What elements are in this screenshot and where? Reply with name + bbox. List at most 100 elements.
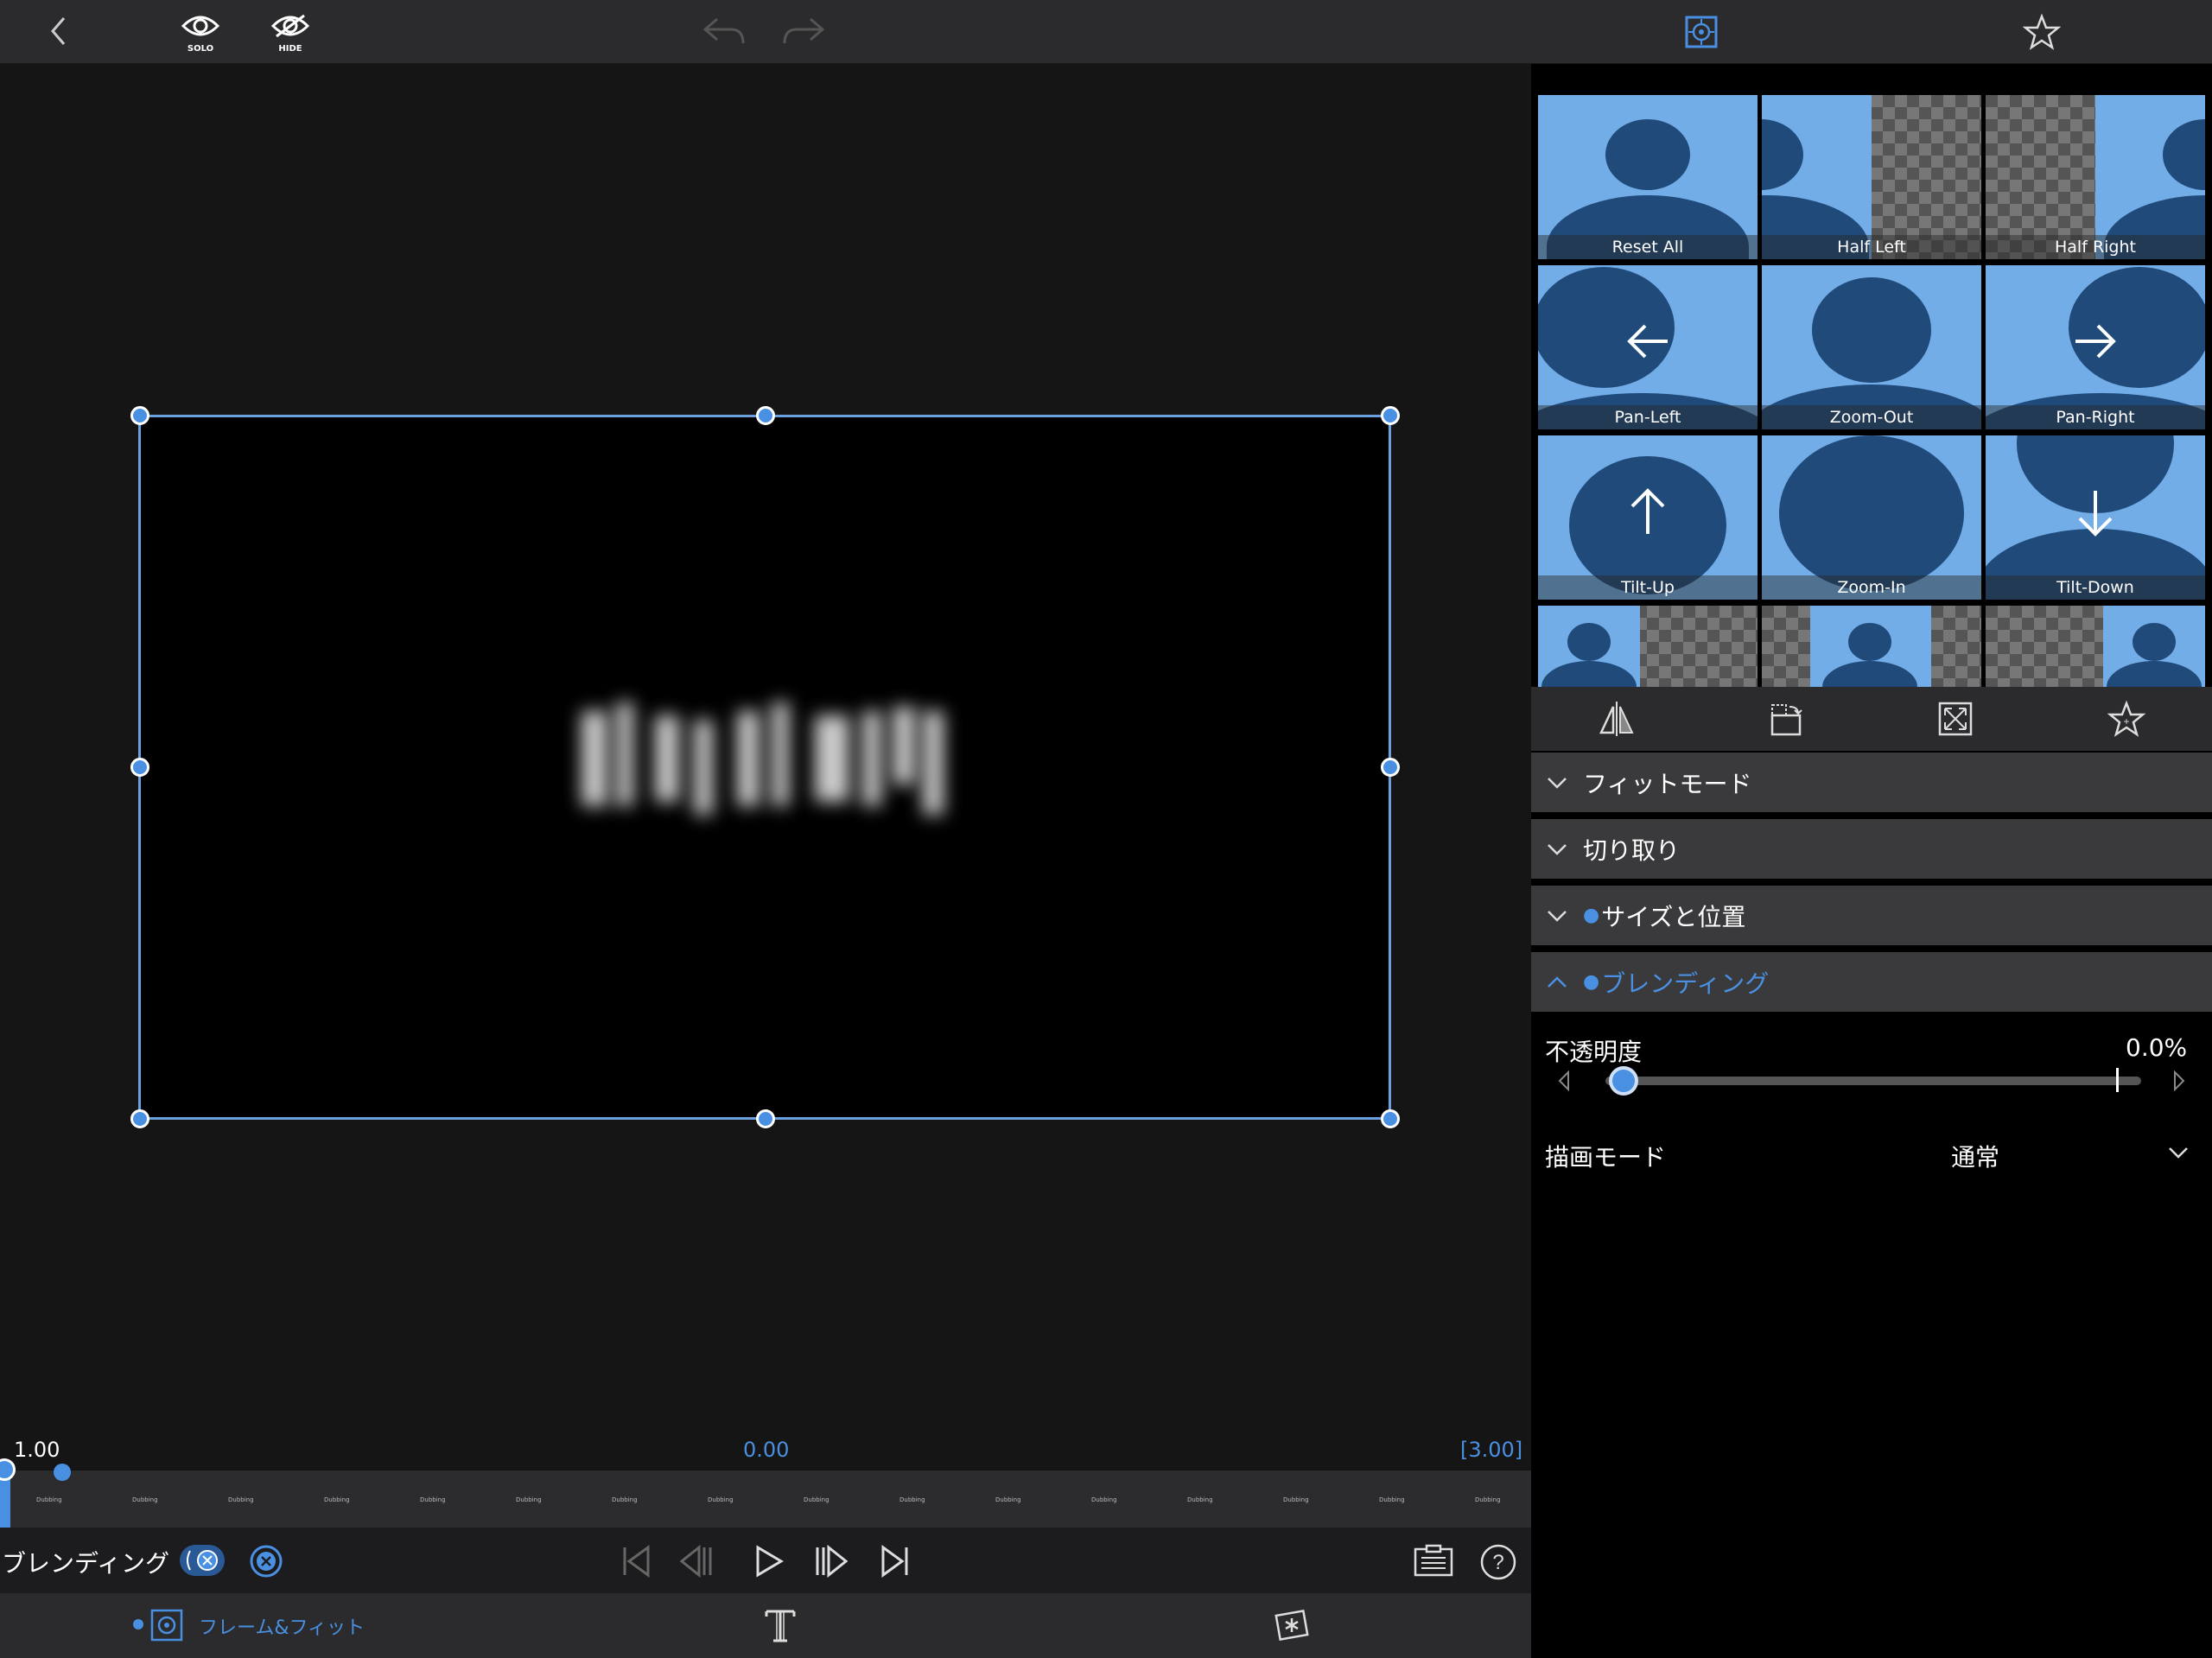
section-fit-mode[interactable]: フィットモード xyxy=(1531,753,2212,816)
solo-label: SOLO xyxy=(187,44,214,54)
resize-handle-top[interactable] xyxy=(756,406,775,425)
chevron-down-icon xyxy=(1531,884,1583,947)
preset-quarter-left[interactable] xyxy=(1538,606,1758,687)
slider-default-marker xyxy=(2116,1068,2119,1092)
resize-handle-top-left[interactable] xyxy=(130,406,149,425)
clipboard-icon[interactable] xyxy=(1412,1543,1455,1579)
preset-pan-left[interactable]: Pan-Left xyxy=(1538,265,1758,429)
preset-half-left[interactable]: Half Left xyxy=(1762,95,1981,259)
favorites-star-icon[interactable] xyxy=(2022,12,2062,52)
hide-button[interactable]: HIDE xyxy=(266,10,315,54)
section-blending[interactable]: ● ブレンディング xyxy=(1531,952,2212,1015)
modified-dot: ● xyxy=(1583,905,1600,926)
frame-fit-target-icon[interactable] xyxy=(1683,14,1719,50)
keyframe-label: Dubbing xyxy=(995,1496,1021,1503)
timeline-value-center: 0.00 xyxy=(743,1438,790,1462)
preset-label: Pan-Right xyxy=(1986,405,2205,429)
frame-selection-box[interactable] xyxy=(138,415,1391,1120)
resize-handle-bottom-right[interactable] xyxy=(1381,1109,1400,1128)
favorite-preset-star-icon[interactable]: + xyxy=(2107,699,2146,739)
redo-icon[interactable] xyxy=(779,12,828,50)
section-label: ブレンディング xyxy=(1601,969,1770,998)
frame-fit-tab-label[interactable]: フレーム&フィット xyxy=(199,1612,365,1640)
resize-handle-bottom[interactable] xyxy=(756,1109,775,1128)
resize-handle-right[interactable] xyxy=(1381,758,1400,777)
resize-handle-top-right[interactable] xyxy=(1381,406,1400,425)
rotate-icon[interactable] xyxy=(1766,699,1806,739)
keyframe-label: Dubbing xyxy=(420,1496,446,1503)
preset-label: Tilt-Down xyxy=(1986,575,2205,600)
hide-label: HIDE xyxy=(278,44,302,54)
preset-label: Pan-Left xyxy=(1538,405,1758,429)
skip-to-end-icon[interactable] xyxy=(878,1543,912,1579)
draw-mode-label: 描画モード xyxy=(1545,1143,1667,1172)
fit-to-frame-icon[interactable] xyxy=(1936,699,1975,739)
preset-pan-right[interactable]: Pan-Right xyxy=(1986,265,2205,429)
top-toolbar: SOLO HIDE xyxy=(0,0,2212,64)
clear-keyframes-icon[interactable] xyxy=(249,1544,283,1579)
chevron-down-icon xyxy=(1531,817,1583,880)
keyframe-marker[interactable] xyxy=(54,1464,71,1481)
hide-eye-icon xyxy=(271,14,309,38)
modified-dot: ● xyxy=(1583,971,1600,993)
previous-keyframe-icon[interactable] xyxy=(679,1543,715,1579)
preset-reset-all[interactable]: Reset All xyxy=(1538,95,1758,259)
undo-icon[interactable] xyxy=(700,12,748,50)
frame-fit-tab-icon[interactable] xyxy=(149,1607,185,1643)
keyframe-label: Dubbing xyxy=(1475,1496,1501,1503)
timeline-value-right: [3.00] xyxy=(1460,1438,1523,1462)
preset-grid: Reset All Half Left Half Right Pan-Left … xyxy=(1531,95,2212,687)
back-icon[interactable] xyxy=(43,12,74,50)
timeline-value-left: 1.00 xyxy=(14,1438,60,1462)
preset-zoom-in[interactable]: Zoom-In xyxy=(1762,435,1981,600)
section-size-position[interactable]: ● サイズと位置 xyxy=(1531,886,2212,949)
preset-quarter-right[interactable] xyxy=(1986,606,2205,687)
chevron-up-icon xyxy=(1531,950,1583,1013)
keyframe-toggle-icon[interactable] xyxy=(180,1545,225,1576)
flip-icon[interactable] xyxy=(1597,699,1637,739)
arrow-up-icon xyxy=(1630,488,1665,534)
solo-button[interactable]: SOLO xyxy=(176,10,225,54)
active-indicator-dot xyxy=(133,1619,143,1629)
effect-label: ブレンディング xyxy=(2,1549,170,1578)
solo-eye-icon xyxy=(181,16,219,36)
transform-toolbar: + xyxy=(1531,687,2212,751)
arrow-right-icon xyxy=(2075,324,2116,359)
preset-label: Half Right xyxy=(1986,235,2205,259)
draw-mode-select[interactable]: 通常 xyxy=(1951,1139,1999,1173)
chevron-down-icon[interactable] xyxy=(2165,1142,2191,1163)
svg-text:?: ? xyxy=(1492,1551,1503,1574)
preset-half-right[interactable]: Half Right xyxy=(1986,95,2205,259)
preset-quarter-center[interactable] xyxy=(1762,606,1981,687)
keyframe-label: Dubbing xyxy=(324,1496,350,1503)
app-window: SOLO HIDE 1.00 0.00 [3.00] Dubbing Dubbi… xyxy=(0,0,2212,1658)
increase-arrow-icon[interactable] xyxy=(2169,1068,2190,1094)
decrease-arrow-icon[interactable] xyxy=(1554,1068,1574,1094)
opacity-slider-thumb[interactable] xyxy=(1609,1066,1638,1096)
play-icon[interactable] xyxy=(752,1543,786,1579)
preset-tilt-up[interactable]: Tilt-Up xyxy=(1538,435,1758,600)
keyframe-label: Dubbing xyxy=(612,1496,638,1503)
keyframe-label: Dubbing xyxy=(899,1496,925,1503)
preset-zoom-out[interactable]: Zoom-Out xyxy=(1762,265,1981,429)
resize-handle-bottom-left[interactable] xyxy=(130,1109,149,1128)
arrow-down-icon xyxy=(2078,491,2113,537)
preset-tilt-down[interactable]: Tilt-Down xyxy=(1986,435,2205,600)
section-crop[interactable]: 切り取り xyxy=(1531,819,2212,882)
resize-handle-left[interactable] xyxy=(130,758,149,777)
keyframe-timeline[interactable]: Dubbing Dubbing Dubbing Dubbing Dubbing Dubbi… xyxy=(0,1458,1531,1528)
effects-tab-icon[interactable] xyxy=(1272,1605,1312,1645)
arrow-left-icon xyxy=(1627,324,1668,359)
text-tab-icon[interactable] xyxy=(760,1605,800,1645)
opacity-value: 0.0% xyxy=(2126,1033,2188,1062)
preset-label: Zoom-Out xyxy=(1762,405,1981,429)
skip-to-start-icon[interactable] xyxy=(619,1543,653,1579)
keyframe-label: Dubbing xyxy=(516,1496,542,1503)
section-label: フィットモード xyxy=(1583,769,1752,798)
help-icon[interactable]: ? xyxy=(1479,1543,1517,1581)
next-keyframe-icon[interactable] xyxy=(812,1543,849,1579)
keyframe-label: Dubbing xyxy=(1187,1496,1213,1503)
opacity-slider-track[interactable] xyxy=(1605,1077,2141,1085)
preset-label: Zoom-In xyxy=(1762,575,1981,600)
blurred-content xyxy=(573,685,962,841)
